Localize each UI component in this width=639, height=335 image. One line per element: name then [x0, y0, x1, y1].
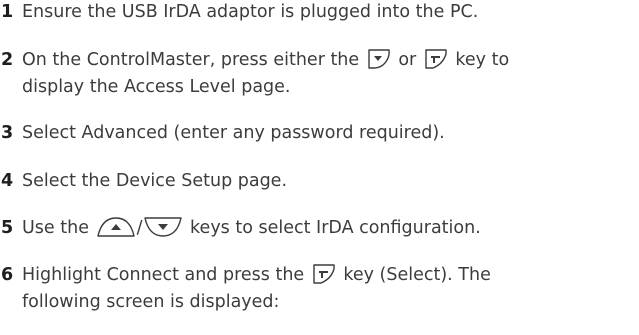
step-number: 2 — [1, 50, 14, 70]
step-text-part: key to — [455, 50, 510, 70]
step-number: 1 — [1, 2, 14, 22]
step-text-line-2: display the Access Level page. — [22, 77, 291, 97]
step-text-part: keys to select IrDA configuration. — [190, 218, 481, 238]
step-1: 1 Ensure the USB IrDA adaptor is plugged… — [0, 0, 639, 29]
enter-select-key-icon — [311, 263, 337, 285]
step-text-part: or — [398, 50, 417, 70]
step-text: Select the Device Setup page. — [22, 171, 288, 191]
step-text-part: Highlight Connect and press the — [22, 265, 305, 285]
step-text: Ensure the USB IrDA adaptor is plugged i… — [22, 2, 479, 22]
step-text-part: On the ControlMaster, press either the — [22, 50, 360, 70]
enter-select-key-icon — [423, 48, 449, 70]
step-2: 2 On the ControlMaster, press either the… — [0, 47, 639, 105]
step-text-line-2: following screen is displayed: — [22, 292, 280, 312]
step-text: Select Advanced (enter any password requ… — [22, 123, 445, 143]
step-text: Use the / keys to select IrDA configurat… — [22, 215, 481, 242]
step-text-part: Use the — [22, 218, 89, 238]
step-number: 3 — [1, 123, 14, 143]
up-arrow-key-icon — [96, 216, 136, 238]
step-6: 6 Highlight Connect and press the key (S… — [0, 262, 639, 320]
down-arrow-key-icon — [143, 216, 183, 238]
step-text-part: key (Select). The — [343, 265, 491, 285]
step-text-line-1: Highlight Connect and press the key (Sel… — [22, 262, 491, 289]
step-number: 6 — [1, 265, 14, 285]
step-5: 5 Use the / keys to select IrDA configur… — [0, 215, 639, 245]
step-3: 3 Select Advanced (enter any password re… — [0, 120, 639, 150]
step-number: 4 — [1, 171, 14, 191]
step-number: 5 — [1, 218, 14, 238]
step-text-part: / — [136, 218, 143, 238]
step-4: 4 Select the Device Setup page. — [0, 168, 639, 198]
menu-down-key-icon — [366, 48, 392, 70]
step-text-line-1: On the ControlMaster, press either the o… — [22, 47, 509, 74]
